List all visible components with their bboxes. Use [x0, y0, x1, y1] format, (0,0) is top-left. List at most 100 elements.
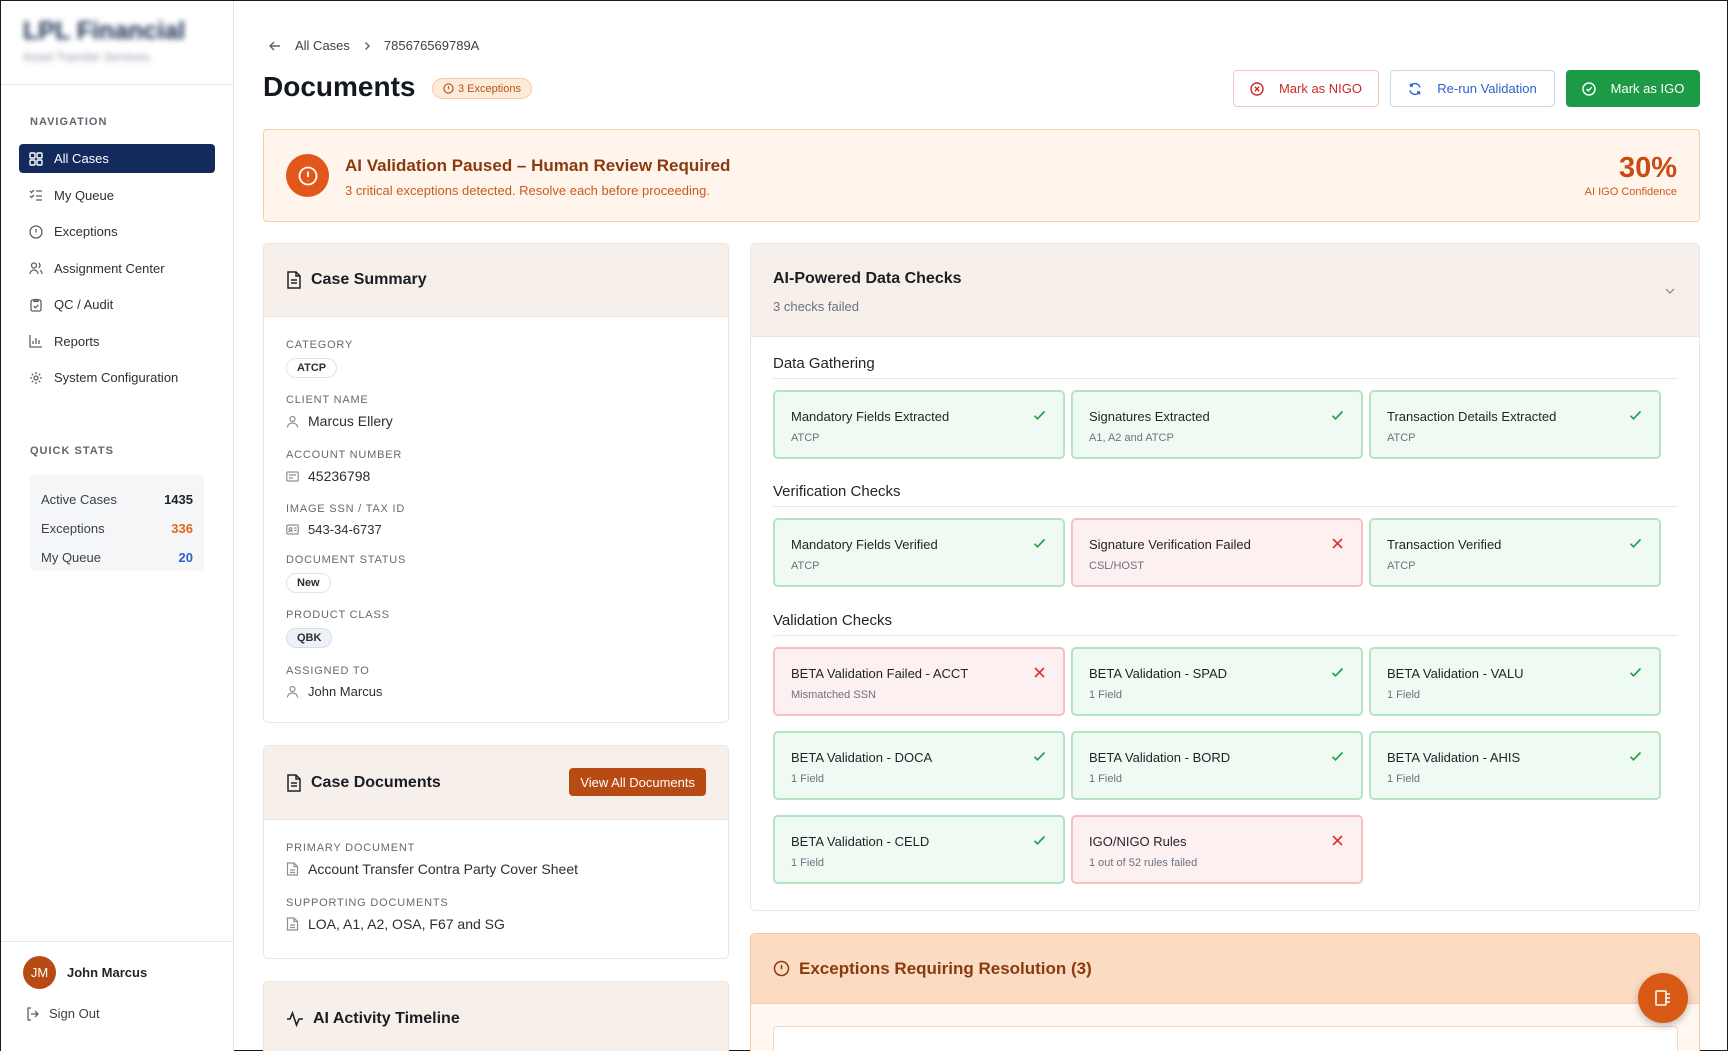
stat-label: My Queue: [41, 550, 101, 565]
sidebar-item-reports[interactable]: Reports: [19, 327, 215, 356]
alert-circle-icon: [29, 224, 43, 239]
check-card[interactable]: BETA Validation - BORD 1 Field: [1071, 731, 1363, 800]
exceptions-resolution-header: Exceptions Requiring Resolution (3): [751, 934, 1699, 1004]
account-number-row: 45236798: [286, 468, 402, 484]
user-name: John Marcus: [67, 965, 148, 980]
assigned-to-value: John Marcus: [308, 684, 383, 699]
sidebar-item-all-cases[interactable]: All Cases: [19, 144, 215, 173]
case-summary-title: Case Summary: [311, 271, 427, 288]
check-card[interactable]: Signatures Extracted A1, A2 and ATCP: [1071, 390, 1363, 459]
grid-icon: [29, 151, 43, 166]
check-icon: [1032, 536, 1047, 556]
mark-as-nigo-button[interactable]: Mark as NIGO: [1233, 70, 1379, 107]
sidebar-item-system-configuration[interactable]: System Configuration: [19, 363, 215, 392]
exception-item[interactable]: [773, 1026, 1678, 1051]
exceptions-resolution-title: Exceptions Requiring Resolution (3): [799, 958, 1092, 978]
check-card[interactable]: BETA Validation Failed - ACCT Mismatched …: [773, 647, 1065, 716]
document-viewer-fab[interactable]: [1638, 973, 1688, 1023]
check-description: 1 Field: [1387, 689, 1421, 701]
sidebar-item-label: System Configuration: [54, 370, 179, 385]
product-class-chip: QBK: [286, 628, 333, 648]
check-card[interactable]: Transaction Verified ATCP: [1369, 518, 1661, 587]
check-card[interactable]: BETA Validation - VALU 1 Field: [1369, 647, 1661, 716]
assigned-to-label: ASSIGNED TO: [286, 665, 370, 677]
check-name: BETA Validation - VALU: [1387, 666, 1524, 681]
sidebar-item-my-queue[interactable]: My Queue: [19, 181, 215, 210]
check-card[interactable]: BETA Validation - AHIS 1 Field: [1369, 731, 1661, 800]
sidebar-item-assignment-center[interactable]: Assignment Center: [19, 254, 215, 283]
stat-value: 20: [178, 550, 193, 565]
case-summary-header: Case Summary: [264, 244, 728, 317]
back-arrow-icon[interactable]: [268, 39, 282, 53]
nav-list: All Cases My Queue Exceptions Assignment…: [19, 144, 215, 400]
sign-out-button[interactable]: Sign Out: [26, 1006, 100, 1021]
sidebar-item-qc-audit[interactable]: QC / Audit: [19, 290, 215, 319]
chevron-right-icon: [362, 41, 372, 51]
check-name: BETA Validation - DOCA: [791, 750, 933, 765]
file-icon: [286, 862, 299, 876]
case-documents-title: Case Documents: [311, 773, 441, 791]
supporting-documents-row[interactable]: LOA, A1, A2, OSA, F67 and SG: [286, 916, 505, 932]
check-card[interactable]: BETA Validation - CELD 1 Field: [773, 815, 1065, 884]
ai-data-checks-subtitle: 3 checks failed: [773, 299, 859, 314]
check-icon: [1330, 408, 1345, 428]
primary-document-value: Account Transfer Contra Party Cover Shee…: [308, 861, 579, 877]
check-card[interactable]: Mandatory Fields Verified ATCP: [773, 518, 1065, 587]
user-profile[interactable]: JM John Marcus: [23, 956, 147, 989]
check-icon: [1628, 665, 1643, 685]
supporting-documents-value: LOA, A1, A2, OSA, F67 and SG: [308, 916, 505, 932]
check-card[interactable]: Signature Verification Failed CSL/HOST: [1071, 518, 1363, 587]
rerun-validation-button[interactable]: Re-run Validation: [1390, 70, 1555, 107]
view-all-documents-button[interactable]: View All Documents: [569, 768, 706, 796]
sidebar-item-label: My Queue: [54, 187, 114, 203]
ai-activity-timeline-card: AI Activity Timeline: [263, 981, 729, 1051]
assigned-to-row: John Marcus: [286, 684, 382, 699]
check-description: ATCP: [1387, 560, 1416, 572]
check-name: IGO/NIGO Rules: [1089, 834, 1187, 849]
check-card[interactable]: Mandatory Fields Extracted ATCP: [773, 390, 1065, 459]
check-name: BETA Validation - CELD: [791, 834, 930, 849]
account-number-label: ACCOUNT NUMBER: [286, 449, 403, 461]
sign-out-icon: [27, 1006, 39, 1021]
check-name: Signatures Extracted: [1089, 409, 1210, 424]
check-icon: [1628, 408, 1643, 428]
check-name: Mandatory Fields Extracted: [791, 409, 950, 424]
ssn-value: 543-34-6737: [308, 522, 382, 537]
list-check-icon: [29, 188, 43, 202]
ssn-row: 543-34-6737: [286, 522, 405, 537]
file-icon: [286, 917, 299, 931]
mark-as-igo-button[interactable]: Mark as IGO: [1566, 70, 1700, 107]
rerun-validation-label: Re-run Validation: [1437, 81, 1537, 96]
brand-name: LPL Financial: [23, 17, 186, 45]
check-card[interactable]: IGO/NIGO Rules 1 out of 52 rules failed: [1071, 815, 1363, 884]
stat-my-queue: My Queue 20: [41, 543, 193, 572]
mark-as-igo-label: Mark as IGO: [1610, 81, 1685, 96]
check-icon: [1628, 749, 1643, 769]
check-name: Mandatory Fields Verified: [791, 537, 938, 552]
check-card[interactable]: Transaction Details Extracted ATCP: [1369, 390, 1661, 459]
primary-document-row[interactable]: Account Transfer Contra Party Cover Shee…: [286, 861, 578, 877]
check-description: 1 Field: [1089, 773, 1123, 785]
breadcrumb-all-cases[interactable]: All Cases: [295, 38, 350, 53]
check-card[interactable]: BETA Validation - SPAD 1 Field: [1071, 647, 1363, 716]
activity-icon: [287, 1010, 303, 1027]
brand-logo[interactable]: LPL Financial Asset Transfer Services: [1, 1, 233, 85]
nav-section-label: NAVIGATION: [30, 116, 108, 128]
check-description: ATCP: [1387, 432, 1416, 444]
avatar: JM: [23, 956, 56, 989]
x-icon: [1032, 665, 1047, 685]
check-card[interactable]: BETA Validation - DOCA 1 Field: [773, 731, 1065, 800]
x-icon: [1330, 536, 1345, 556]
sidebar-item-exceptions[interactable]: Exceptions: [19, 217, 215, 246]
chevron-down-icon[interactable]: [1663, 284, 1677, 298]
ai-data-checks-header[interactable]: AI-Powered Data Checks 3 checks failed: [751, 244, 1699, 337]
client-name-row: Marcus Ellery: [286, 413, 393, 429]
sidebar-item-label: QC / Audit: [54, 297, 114, 312]
sign-out-label: Sign Out: [49, 1006, 100, 1021]
ai-data-checks-card: AI-Powered Data Checks 3 checks failed D…: [750, 243, 1700, 911]
check-icon: [1032, 749, 1047, 769]
category-chip: ATCP: [286, 358, 338, 378]
users-icon: [29, 261, 43, 275]
x-circle-icon: [1250, 81, 1264, 96]
clipboard-check-icon: [29, 298, 43, 312]
